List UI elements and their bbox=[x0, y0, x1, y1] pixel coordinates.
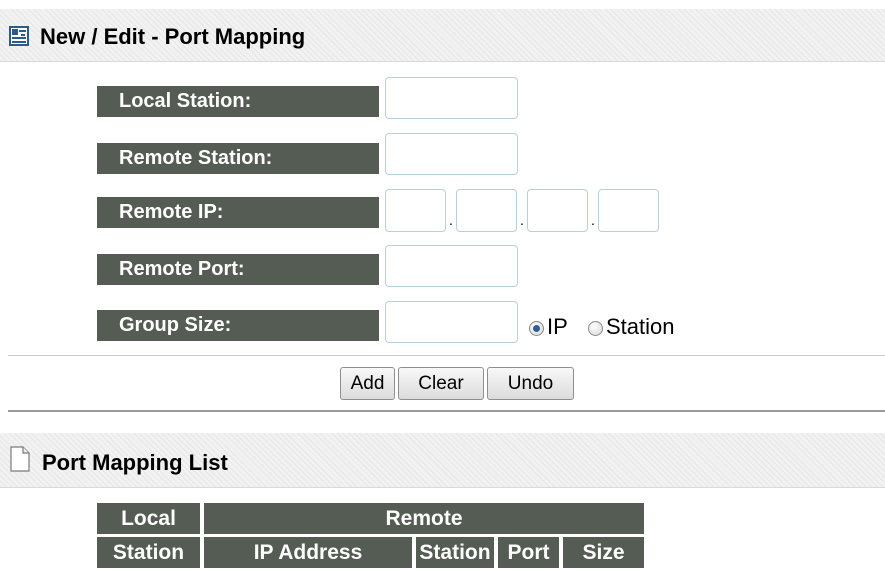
add-button[interactable]: Add bbox=[340, 367, 395, 400]
remote-station-input[interactable] bbox=[385, 133, 518, 175]
radio-station-label[interactable]: Station bbox=[606, 314, 675, 340]
group-size-label: Group Size: bbox=[97, 310, 379, 341]
remote-ip-octet-2[interactable] bbox=[456, 189, 517, 232]
local-station-input[interactable] bbox=[385, 77, 518, 119]
remote-port-label: Remote Port: bbox=[97, 254, 379, 285]
list-section-header: Port Mapping List bbox=[0, 433, 885, 488]
remote-ip-octet-4[interactable] bbox=[598, 189, 659, 232]
edit-icon bbox=[9, 26, 29, 46]
column-header-port: Port bbox=[498, 537, 559, 568]
column-header-size: Size bbox=[563, 537, 644, 568]
column-header-ip-address: IP Address bbox=[204, 537, 412, 568]
form-divider bbox=[8, 355, 885, 356]
document-icon bbox=[10, 446, 30, 472]
edit-section-title: New / Edit - Port Mapping bbox=[40, 24, 306, 49]
radio-ip[interactable] bbox=[529, 321, 544, 336]
local-station-label: Local Station: bbox=[97, 86, 379, 117]
section-divider bbox=[8, 410, 885, 412]
remote-ip-octet-1[interactable] bbox=[385, 189, 446, 232]
edit-section-header: New / Edit - Port Mapping bbox=[0, 9, 885, 62]
column-header-local-station: Station bbox=[97, 537, 200, 568]
column-group-local: Local bbox=[97, 503, 200, 534]
list-section-title: Port Mapping List bbox=[42, 450, 228, 475]
ip-separator: . bbox=[591, 212, 595, 228]
port-mapping-table: Local Remote Station IP Address Station … bbox=[93, 500, 648, 571]
ip-separator: . bbox=[520, 212, 524, 228]
column-group-remote: Remote bbox=[204, 503, 644, 534]
remote-ip-octet-3[interactable] bbox=[527, 189, 588, 232]
radio-station[interactable] bbox=[588, 321, 603, 336]
radio-ip-label[interactable]: IP bbox=[547, 314, 568, 340]
group-size-input[interactable] bbox=[385, 301, 518, 343]
remote-ip-label: Remote IP: bbox=[97, 197, 379, 228]
undo-button[interactable]: Undo bbox=[487, 367, 574, 400]
clear-button[interactable]: Clear bbox=[398, 367, 484, 400]
ip-separator: . bbox=[449, 212, 453, 228]
remote-station-label: Remote Station: bbox=[97, 143, 379, 174]
column-header-remote-station: Station bbox=[416, 537, 494, 568]
remote-port-input[interactable] bbox=[385, 245, 518, 287]
